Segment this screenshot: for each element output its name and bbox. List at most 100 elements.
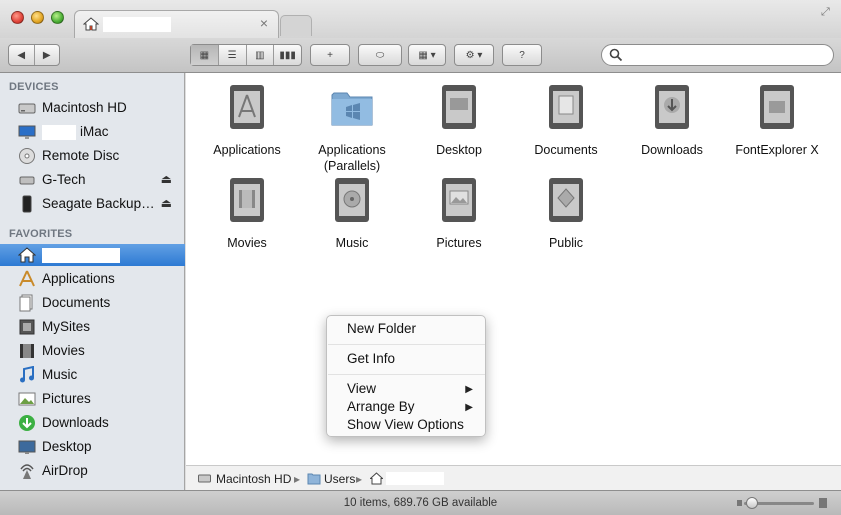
- fontexplorer-folder-icon: [760, 85, 794, 129]
- file-item-label: Downloads: [641, 143, 703, 157]
- file-item-pictures[interactable]: Pictures: [404, 176, 514, 251]
- applications-icon: [19, 270, 35, 287]
- pictures-folder-icon: [442, 178, 476, 222]
- file-item-music[interactable]: Music: [297, 176, 407, 251]
- hard-drive-icon: [198, 474, 211, 483]
- sidebar-item-downloads[interactable]: Downloads: [0, 412, 185, 434]
- minimize-window-button[interactable]: [31, 11, 44, 24]
- icon-size-slider-knob[interactable]: [746, 497, 758, 509]
- tab-title: [103, 17, 171, 32]
- menu-separator: [328, 374, 485, 375]
- pictures-icon: [18, 392, 36, 406]
- file-item-documents[interactable]: Documents: [511, 83, 621, 158]
- file-item-applications-parallels[interactable]: Applications (Parallels): [297, 83, 407, 174]
- menu-item-arrange-by[interactable]: Arrange By: [347, 399, 415, 414]
- search-input[interactable]: [601, 44, 834, 66]
- menu-item-show-view-options[interactable]: Show View Options: [347, 417, 464, 432]
- menu-item-get-info[interactable]: Get Info: [347, 351, 395, 366]
- file-icon-view[interactable]: Applications Applications (Parallels) De…: [186, 73, 841, 465]
- imac-icon: [18, 125, 36, 139]
- sidebar-item-label: Documents: [42, 295, 111, 310]
- arrange-button[interactable]: ▦ ▾: [408, 44, 446, 66]
- sidebar-item-home[interactable]: [0, 244, 185, 266]
- forward-button[interactable]: ▶: [35, 45, 60, 65]
- file-item-label: Documents: [534, 143, 598, 157]
- path-separator-icon: ▸: [356, 472, 363, 486]
- home-icon: [83, 17, 99, 31]
- external-drive-icon: [22, 195, 32, 213]
- new-tab-button[interactable]: [280, 15, 312, 36]
- eject-icon[interactable]: ⏏: [161, 196, 172, 210]
- sidebar: DEVICES Macintosh HD iMac Remote Disc G-…: [0, 73, 185, 490]
- view-icon-button[interactable]: ▦: [191, 45, 219, 65]
- status-text: 10 items, 689.76 GB available: [343, 497, 498, 509]
- view-columns-button[interactable]: ▥: [247, 45, 275, 65]
- large-icon-size-icon: [819, 498, 827, 508]
- sidebar-item-documents[interactable]: Documents: [0, 292, 185, 314]
- file-item-label: Public: [548, 236, 584, 250]
- movies-folder-icon: [230, 178, 264, 222]
- close-window-button[interactable]: [11, 11, 24, 24]
- quicklook-button[interactable]: ?: [502, 44, 542, 66]
- view-coverflow-button[interactable]: ▮▮▮: [274, 45, 301, 65]
- file-item-movies[interactable]: Movies: [192, 176, 302, 251]
- fullscreen-icon[interactable]: ⤢: [821, 6, 835, 20]
- sidebar-item-desktop[interactable]: Desktop: [0, 436, 185, 458]
- sidebar-item-mysites[interactable]: MySites: [0, 316, 185, 338]
- view-mode-control: ▦ ☰ ▥ ▮▮▮: [190, 44, 302, 66]
- file-item-public[interactable]: Public: [511, 176, 621, 251]
- back-button[interactable]: ◀: [9, 45, 35, 65]
- sidebar-item-applications[interactable]: Applications: [0, 268, 185, 290]
- mysites-icon: [19, 319, 35, 335]
- file-item-fontexplorer[interactable]: FontExplorer X: [722, 83, 832, 158]
- sidebar-item-imac[interactable]: iMac: [0, 121, 185, 143]
- disc-icon: [19, 148, 35, 164]
- path-item-home[interactable]: [386, 472, 444, 485]
- file-item-desktop[interactable]: Desktop: [404, 83, 514, 158]
- path-separator-icon: ▸: [294, 472, 301, 486]
- view-list-button[interactable]: ☰: [219, 45, 247, 65]
- title-bar: × ⤢: [0, 0, 841, 38]
- sidebar-item-music[interactable]: Music: [0, 364, 185, 386]
- menu-item-new-folder[interactable]: New Folder: [347, 321, 416, 336]
- tab-close-button[interactable]: ×: [260, 15, 268, 31]
- file-item-label: Music: [335, 236, 369, 250]
- sidebar-item-movies[interactable]: Movies: [0, 340, 185, 362]
- file-item-label: Applications: [213, 143, 281, 157]
- new-folder-icon: +: [327, 49, 333, 61]
- sidebar-item-pictures[interactable]: Pictures: [0, 388, 185, 410]
- tag-icon: ⬭: [375, 49, 385, 61]
- path-item-macintosh-hd[interactable]: Macintosh HD: [216, 472, 291, 486]
- path-item-users[interactable]: Users: [324, 472, 355, 486]
- external-drive-icon: [19, 176, 35, 185]
- file-item-label: Pictures: [436, 236, 482, 250]
- sidebar-item-label: Macintosh HD: [42, 100, 127, 115]
- hard-drive-icon: [18, 103, 36, 114]
- action-button[interactable]: ⚙ ▾: [454, 44, 494, 66]
- quicklook-icon: ?: [519, 49, 525, 61]
- small-icon-size-icon: [737, 500, 742, 506]
- eject-icon[interactable]: ⏏: [161, 172, 172, 186]
- file-item-applications[interactable]: Applications: [192, 83, 302, 158]
- desktop-icon: [18, 440, 36, 454]
- sidebar-item-g-tech[interactable]: G-Tech ⏏: [0, 169, 185, 191]
- sidebar-item-macintosh-hd[interactable]: Macintosh HD: [0, 97, 185, 119]
- zoom-window-button[interactable]: [51, 11, 64, 24]
- sidebar-item-remote-disc[interactable]: Remote Disc: [0, 145, 185, 167]
- sidebar-item-airdrop[interactable]: AirDrop: [0, 460, 185, 482]
- blue-folder-icon: [331, 92, 373, 126]
- tab-home[interactable]: ×: [74, 10, 279, 38]
- tag-button[interactable]: ⬭: [358, 44, 402, 66]
- sidebar-item-label: AirDrop: [42, 463, 88, 478]
- file-item-downloads[interactable]: Downloads: [617, 83, 727, 158]
- airdrop-icon: [20, 464, 34, 479]
- new-folder-button[interactable]: +: [310, 44, 350, 66]
- menu-item-view[interactable]: View: [347, 381, 376, 396]
- favorites-heading: FAVORITES: [9, 228, 73, 240]
- search-icon: [609, 48, 623, 62]
- status-bar: 10 items, 689.76 GB available: [0, 490, 841, 515]
- finder-window: × ⤢ ◀ ▶ ▦ ☰ ▥ ▮▮▮ + ⬭ ▦ ▾ ⚙ ▾ ? DEVICES …: [0, 0, 841, 515]
- documents-folder-icon: [549, 85, 583, 129]
- sidebar-item-seagate[interactable]: Seagate Backup… ⏏: [0, 193, 185, 215]
- toolbar: ◀ ▶ ▦ ☰ ▥ ▮▮▮ + ⬭ ▦ ▾ ⚙ ▾ ?: [0, 38, 841, 73]
